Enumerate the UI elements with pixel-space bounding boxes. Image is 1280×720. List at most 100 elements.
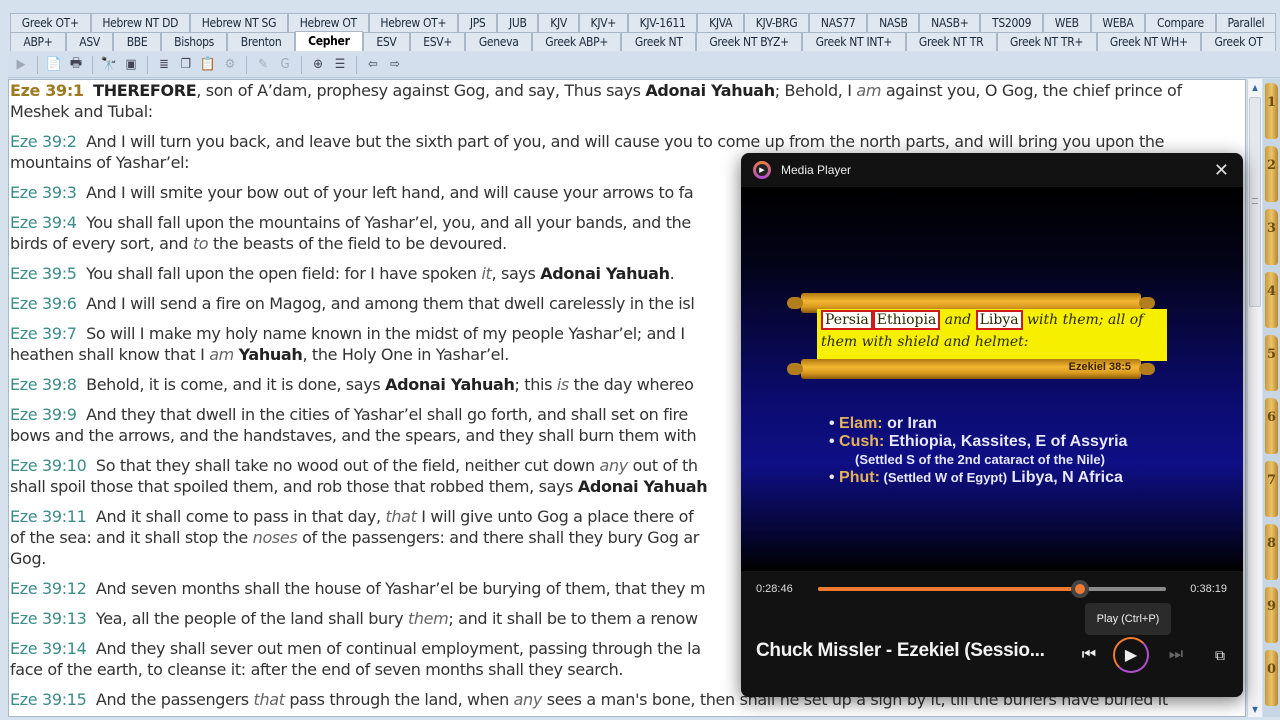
verse-reference[interactable]: Eze 39:1 [10,81,84,100]
chapter-tab-7[interactable]: 7 [1263,457,1280,520]
tab-kjva[interactable]: KJVA [697,13,744,32]
split-view-icon[interactable]: ☰ [331,56,349,74]
tab-nas77[interactable]: NAS77 [809,13,868,32]
seek-slider[interactable] [818,580,1166,598]
tab-geneva[interactable]: Geneva [465,32,532,51]
verse-list-icon[interactable]: ▣ [122,56,140,74]
verse-reference[interactable]: Eze 39:14 [10,639,87,658]
tab-greek-nt[interactable]: Greek NT [621,32,696,51]
verse-reference[interactable]: Eze 39:13 [10,609,87,628]
media-title: Chuck Missler - Ezekiel (Sessio... [756,640,1045,661]
video-frame[interactable]: Persia Ethiopia and Libya with them; all … [741,187,1243,571]
chapter-tab-4[interactable]: 4 [1263,268,1280,331]
italic-word: it [481,264,492,283]
search-binoculars-icon[interactable]: 🔭 [100,56,118,74]
tab-hebrew-ot[interactable]: Hebrew OT [287,13,369,32]
tab-compare[interactable]: Compare [1145,13,1216,32]
media-controls: 0:28:46 0:38:19 Play (Ctrl+P) Chuck Miss… [741,571,1243,697]
tab-kjv-1611[interactable]: KJV-1611 [627,13,698,32]
slide-bullet: • Cush: Ethiopia, Kassites, E of Assyria [829,433,1127,451]
scroll-down-arrow-icon[interactable]: ▼ [1248,701,1262,717]
chapter-tab-3[interactable]: 3 [1263,205,1280,268]
seek-thumb[interactable] [1071,580,1090,598]
tab-kjv-[interactable]: KJV+ [578,13,628,32]
tab-greek-nt-tr[interactable]: Greek NT TR [905,32,997,51]
verse-reference[interactable]: Eze 39:15 [10,690,87,709]
copy-verses-icon[interactable]: 📄 [45,56,63,74]
tab-abp-[interactable]: ABP+ [10,32,66,51]
verse-reference[interactable]: Eze 39:4 [10,213,77,232]
tab-cepher[interactable]: Cepher [294,31,363,51]
verse[interactable]: Eze 39:1 THEREFORE, son of A’dam, prophe… [9,80,1245,122]
chapter-tab-6[interactable]: 6 [1263,394,1280,457]
tab-web[interactable]: WEB [1042,13,1091,32]
play-button[interactable]: ▶ [1113,637,1149,673]
italic-word: any [599,456,629,475]
chapter-number: 6 [1265,397,1278,454]
tab-greek-abp-[interactable]: Greek ABP+ [531,32,622,51]
chapter-tab-9[interactable]: 9 [1263,583,1280,646]
verse-reference[interactable]: Eze 39:11 [10,507,87,526]
tab-esv-[interactable]: ESV+ [409,32,466,51]
expand-arrow-icon[interactable]: ▶ [12,56,30,74]
scroll-thumb[interactable] [1249,97,1261,307]
verse-text: birds of every sort, and [10,234,193,253]
tab-greek-nt-wh-[interactable]: Greek NT WH+ [1096,32,1202,51]
tab-jub[interactable]: JUB [497,13,539,32]
play-tooltip: Play (Ctrl+P) [1085,603,1171,635]
tab-greek-nt-byz-[interactable]: Greek NT BYZ+ [695,32,803,51]
tab-weba[interactable]: WEBA [1090,13,1146,32]
back-icon[interactable]: ⇦ [364,56,382,74]
verse-reference[interactable]: Eze 39:2 [10,132,77,151]
bullet-text: or Iran [882,415,937,432]
vertical-scrollbar[interactable]: ▲ ▼ [1247,79,1262,717]
tab-greek-nt-tr-[interactable]: Greek NT TR+ [996,32,1097,51]
tab-hebrew-ot-[interactable]: Hebrew OT+ [368,13,459,32]
zoom-in-icon[interactable]: ⊕ [309,56,327,74]
tab-esv[interactable]: ESV [362,32,410,51]
verse-reference[interactable]: Eze 39:3 [10,183,77,202]
verse-reference[interactable]: Eze 39:10 [10,456,87,475]
edit-note-icon[interactable]: ✎ [254,56,272,74]
close-icon[interactable]: ✕ [1214,160,1229,181]
verse-reference[interactable]: Eze 39:7 [10,324,77,343]
tab-nasb[interactable]: NASB [867,13,920,32]
print-icon[interactable]: 🖶 [67,56,85,74]
next-track-icon[interactable]: ⏭ [1166,637,1186,673]
chapter-tab-8[interactable]: 8 [1263,520,1280,583]
tab-asv[interactable]: ASV [65,32,114,51]
chapter-tab-1[interactable]: 1 [1263,79,1280,142]
tab-hebrew-nt-dd[interactable]: Hebrew NT DD [90,13,190,32]
previous-track-icon[interactable]: ⏮ [1079,637,1099,673]
settings-icon[interactable]: ⚙ [221,56,239,74]
tab-parallel[interactable]: Parallel [1215,13,1277,32]
tab-jps[interactable]: JPS [458,13,498,32]
tab-ts2009[interactable]: TS2009 [980,13,1043,32]
verse-reference[interactable]: Eze 39:5 [10,264,77,283]
chapter-tab-0[interactable]: 0 [1263,646,1280,709]
tab-greek-nt-int-[interactable]: Greek NT INT+ [802,32,906,51]
tab-kjv[interactable]: KJV [538,13,579,32]
tab-greek-ot[interactable]: Greek OT [1201,32,1277,51]
tab-greek-ot-[interactable]: Greek OT+ [10,13,91,32]
chapter-tab-2[interactable]: 2 [1263,142,1280,205]
mini-player-icon[interactable]: ⧉ [1210,637,1230,673]
chapter-tab-5[interactable]: 5 [1263,331,1280,394]
document-icon[interactable]: ≣ [155,56,173,74]
forward-icon[interactable]: ⇨ [386,56,404,74]
verse-reference[interactable]: Eze 39:9 [10,405,77,424]
copy-icon[interactable]: ❐ [177,56,195,74]
verse-reference[interactable]: Eze 39:8 [10,375,77,394]
tab-nasb-[interactable]: NASB+ [919,13,981,32]
tab-bishops[interactable]: Bishops [160,32,228,51]
scroll-up-arrow-icon[interactable]: ▲ [1248,79,1262,95]
god-highlight-icon[interactable]: G [276,56,294,74]
verse-reference[interactable]: Eze 39:6 [10,294,77,313]
verse-reference[interactable]: Eze 39:12 [10,579,87,598]
tab-kjv-brg[interactable]: KJV-BRG [743,13,810,32]
verse-text: Gog. [10,549,47,568]
tab-brenton[interactable]: Brenton [227,32,295,51]
tab-bbe[interactable]: BBE [113,32,161,51]
tab-hebrew-nt-sg[interactable]: Hebrew NT SG [189,13,288,32]
paste-icon[interactable]: 📋 [199,56,217,74]
